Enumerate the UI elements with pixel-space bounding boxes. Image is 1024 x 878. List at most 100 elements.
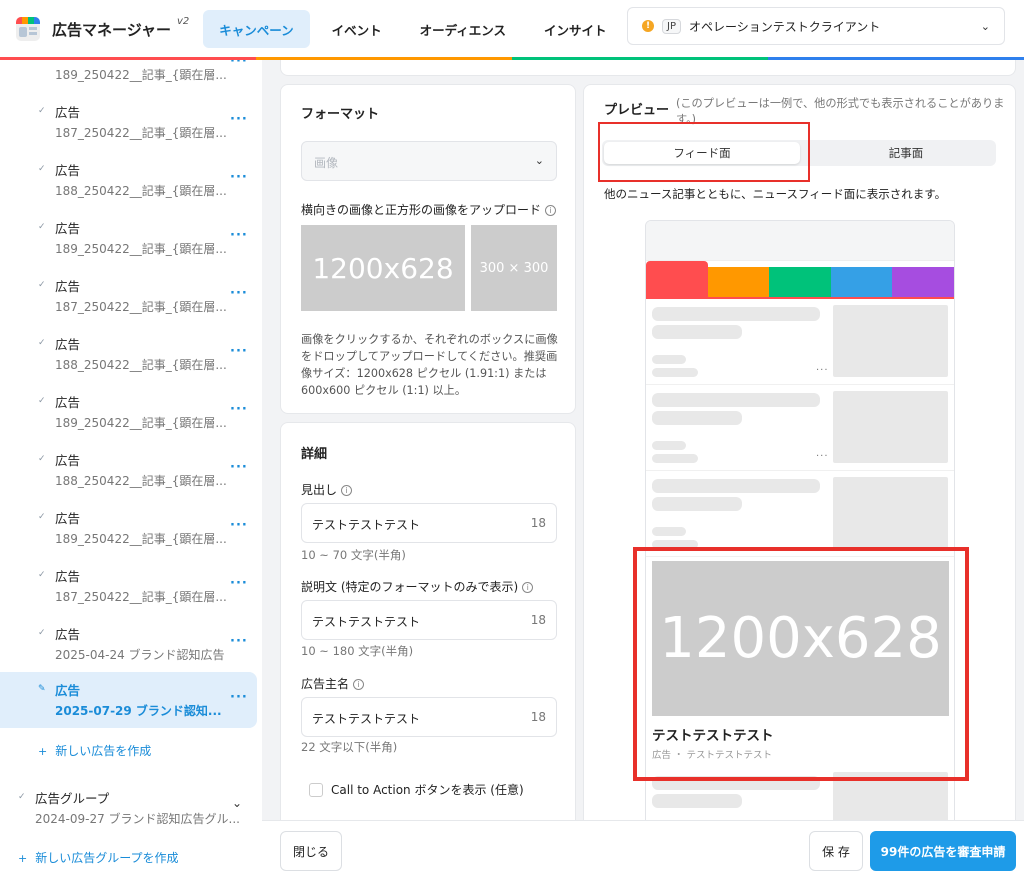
ad-label: 広告 xyxy=(55,105,81,120)
description-label: 説明文 (特定のフォーマットのみで表示) i xyxy=(301,578,534,595)
chevron-down-icon[interactable]: ⌄ xyxy=(232,796,242,810)
landscape-image-dropzone[interactable]: 1200x628 xyxy=(301,225,465,311)
warning-icon: ! xyxy=(642,20,654,32)
more-icon[interactable]: ··· xyxy=(230,228,248,243)
mock-article-row: ··· xyxy=(646,299,954,385)
check-icon: ✓ xyxy=(38,396,46,406)
new-ad-button[interactable]: + 新しい広告を作成 xyxy=(38,742,151,759)
save-button[interactable]: 保 存 xyxy=(809,831,863,871)
client-name: オペレーションテストクライアント xyxy=(688,19,881,34)
advertiser-value: テストテストテスト xyxy=(312,712,421,726)
sidebar-ad-item[interactable]: ✓ 広告 2025-04-24 ブランド認知広告 ··· xyxy=(0,620,262,678)
ad-group-label: 広告グループ xyxy=(35,791,110,806)
mock-tab xyxy=(707,267,770,297)
plus-icon: + xyxy=(18,852,28,865)
app-header: 広告マネージャー v2 キャンペーン イベント オーディエンス インサイト ! … xyxy=(0,0,1024,58)
sidebar-ad-item[interactable]: ✓ 広告 187_250422__記事_{顕在層... ··· xyxy=(0,562,262,620)
tab-article[interactable]: 記事面 xyxy=(818,142,994,164)
sidebar-ad-item[interactable]: ✓ 広告 187_250422__記事_{顕在層... ··· xyxy=(0,98,262,156)
ad-label: 広告 xyxy=(55,279,81,294)
ad-name: 187_250422__記事_{顕在層... xyxy=(55,300,227,314)
check-icon: ✓ xyxy=(38,628,46,638)
nav-insight[interactable]: インサイト xyxy=(528,10,623,48)
upload-label: 横向きの画像と正方形の画像をアップロード i xyxy=(301,201,557,218)
nav-campaign[interactable]: キャンペーン xyxy=(203,10,310,48)
highlight-box xyxy=(598,122,810,182)
chevron-down-icon: ⌄ xyxy=(534,154,544,167)
check-icon: ✓ xyxy=(18,792,26,802)
more-icon: ··· xyxy=(816,365,829,376)
submit-review-button[interactable]: 99件の広告を審査申請 xyxy=(870,831,1016,871)
sidebar-ad-item[interactable]: ✓ 広告 189_250422__記事_{顕在層... ··· xyxy=(0,388,262,446)
info-icon[interactable]: i xyxy=(341,485,353,496)
more-icon[interactable]: ··· xyxy=(230,518,248,533)
cta-checkbox[interactable] xyxy=(309,782,323,797)
new-ad-label: 新しい広告を作成 xyxy=(55,744,152,758)
more-icon[interactable]: ··· xyxy=(230,286,248,301)
ad-label: 広告 xyxy=(55,627,81,642)
format-select[interactable]: 画像 ⌄ xyxy=(301,141,557,181)
sidebar-ad-item[interactable]: ✓ 広告 188_250422__記事_{顕在層... ··· xyxy=(0,156,262,214)
sidebar-ad-item[interactable]: ✓ 広告 187_250422__記事_{顕在層... ··· xyxy=(0,272,262,330)
advertiser-input[interactable]: テストテストテスト 18 xyxy=(301,697,557,737)
ad-name: 2025-07-29 ブランド認知... xyxy=(55,704,222,718)
more-icon[interactable]: ··· xyxy=(230,344,248,359)
advertiser-hint: 22 文字以下(半角) xyxy=(301,740,398,754)
check-icon: ✓ xyxy=(38,338,46,348)
mock-article-row: ··· xyxy=(646,385,954,471)
ad-label: 広告 xyxy=(55,395,81,410)
previous-card-bottom xyxy=(280,60,1016,76)
sidebar-partial-item-sub: 189_250422__記事_{顕在層... xyxy=(55,68,227,82)
more-icon[interactable]: ··· xyxy=(230,634,248,649)
format-card: フォーマット 画像 ⌄ 横向きの画像と正方形の画像をアップロード i 1200x6… xyxy=(280,84,576,414)
sidebar-ad-item[interactable]: ✓ 広告 189_250422__記事_{顕在層... ··· xyxy=(0,504,262,562)
close-button[interactable]: 閉じる xyxy=(280,831,342,871)
description-label-text: 説明文 (特定のフォーマットのみで表示) xyxy=(301,580,519,594)
ad-label: 広告 xyxy=(55,221,81,236)
more-icon[interactable]: ··· xyxy=(230,112,248,127)
ad-name: 189_250422__記事_{顕在層... xyxy=(55,532,227,546)
app-logo[interactable]: 広告マネージャー v2 xyxy=(16,16,189,41)
sidebar-ad-item-selected[interactable]: ✎ 広告 2025-07-29 ブランド認知... ··· xyxy=(0,672,257,728)
app-logo-icon xyxy=(16,17,40,41)
description-input[interactable]: テストテストテスト 18 xyxy=(301,600,557,640)
more-icon[interactable]: ··· xyxy=(230,690,248,705)
headline-value: テストテストテスト xyxy=(312,518,421,532)
sidebar-ad-group[interactable]: ✓ 広告グループ 2024-09-27 ブランド認知広告グル... ⌄ xyxy=(0,784,262,842)
info-icon[interactable]: i xyxy=(545,205,557,216)
nav-event[interactable]: イベント xyxy=(316,10,398,48)
more-icon[interactable]: ··· xyxy=(230,170,248,185)
nav-audience[interactable]: オーディエンス xyxy=(404,10,522,48)
client-selector[interactable]: ! JP オペレーションテストクライアント ⌄ xyxy=(627,7,1005,45)
sidebar: ··· 189_250422__記事_{顕在層... ✓ 広告 187_2504… xyxy=(0,60,262,878)
ad-name: 187_250422__記事_{顕在層... xyxy=(55,126,227,140)
more-icon[interactable]: ··· xyxy=(230,60,248,69)
ad-label: 広告 xyxy=(55,511,81,526)
sidebar-ad-item[interactable]: ✓ 広告 188_250422__記事_{顕在層... ··· xyxy=(0,330,262,388)
square-image-dropzone[interactable]: 300 × 300 xyxy=(471,225,557,311)
cta-checkbox-row[interactable]: Call to Action ボタンを表示 (任意) xyxy=(309,781,524,798)
sidebar-ad-item[interactable]: ✓ 広告 189_250422__記事_{顕在層... ··· xyxy=(0,214,262,272)
main-nav: キャンペーン イベント オーディエンス インサイト xyxy=(203,10,628,48)
mock-article-row xyxy=(646,471,954,557)
ad-name: 188_250422__記事_{顕在層... xyxy=(55,474,227,488)
ad-label: 広告 xyxy=(55,337,81,352)
ad-name: 2025-04-24 ブランド認知広告 xyxy=(55,648,225,662)
mock-tab xyxy=(769,267,831,297)
sidebar-ad-item[interactable]: ✓ 広告 188_250422__記事_{顕在層... ··· xyxy=(0,446,262,504)
more-icon[interactable]: ··· xyxy=(230,402,248,417)
ad-label: 広告 xyxy=(55,569,81,584)
headline-input[interactable]: テストテストテスト 18 xyxy=(301,503,557,543)
new-ad-group-label: 新しい広告グループを作成 xyxy=(35,851,179,865)
check-icon: ✓ xyxy=(38,164,46,174)
new-ad-group-button[interactable]: + 新しい広告グループを作成 xyxy=(18,849,179,866)
info-icon[interactable]: i xyxy=(353,679,365,690)
mock-tab xyxy=(892,267,954,297)
info-icon[interactable]: i xyxy=(522,582,534,593)
check-icon: ✓ xyxy=(38,570,46,580)
more-icon[interactable]: ··· xyxy=(230,576,248,591)
more-icon: ··· xyxy=(816,451,829,462)
ad-group-name: 2024-09-27 ブランド認知広告グル... xyxy=(35,812,240,826)
ad-label: 広告 xyxy=(55,453,81,468)
more-icon[interactable]: ··· xyxy=(230,460,248,475)
